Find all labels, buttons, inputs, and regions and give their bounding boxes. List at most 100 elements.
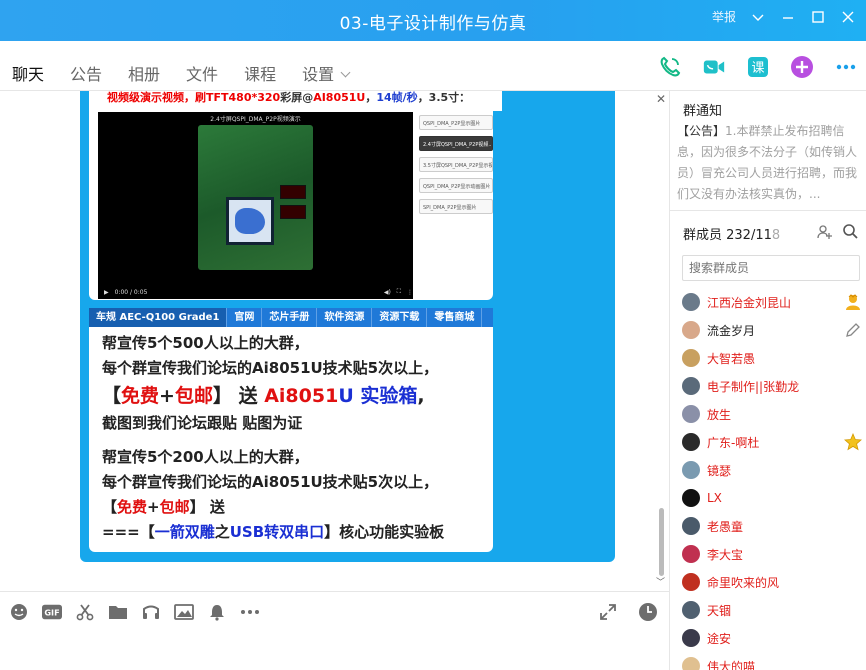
chevron-down-icon[interactable] — [750, 9, 766, 25]
message-headline: 视频级演示视频，刷TFT480*320彩屏@AI8051U，14帧/秒，3.5寸… — [107, 91, 502, 111]
promo-fragment: Ai8051 — [264, 385, 339, 407]
music-icon[interactable] — [141, 602, 161, 622]
playlist-item[interactable]: 2.4寸屏QSPI_DMA_P2P视频... — [419, 136, 493, 151]
expand-icon[interactable] — [598, 602, 618, 622]
member-list-item[interactable]: 伟大的喵 — [682, 652, 862, 670]
add-app-icon[interactable] — [790, 55, 814, 79]
tab-album[interactable]: 相册 — [128, 61, 160, 93]
close-icon[interactable] — [840, 9, 856, 25]
image-icon[interactable] — [174, 602, 194, 622]
folder-icon[interactable] — [108, 602, 128, 622]
more-icon[interactable] — [240, 602, 260, 622]
message-promo-image: 车规 AEC-Q100 Grade1 官网 芯片手册 软件资源 资源下载 零售商… — [89, 308, 493, 552]
course-icon[interactable]: 课 — [746, 55, 770, 79]
fullscreen-icon[interactable]: ⛶ — [397, 288, 401, 296]
divider — [670, 210, 866, 211]
avatar — [682, 545, 700, 563]
more-icon[interactable]: ⋮ — [407, 289, 413, 296]
promo-fragment: 之 — [214, 523, 230, 541]
promo-line: 【免费+包邮】 送 Ai8051U 实验箱, — [102, 381, 493, 411]
more-icon[interactable] — [834, 55, 858, 79]
promo-fragment: USB转双串口 — [229, 523, 325, 541]
member-list-item[interactable]: 命里吹来的风 — [682, 568, 862, 596]
member-list-item[interactable]: 流金岁月 — [682, 316, 862, 344]
message-input-area[interactable]: GIF — [0, 591, 670, 670]
video-playlist: QSPI_DMA_P2P显示图片 2.4寸屏QSPI_DMA_P2P视频... … — [419, 115, 493, 220]
avatar — [682, 629, 700, 647]
member-search-input[interactable] — [682, 255, 860, 281]
video-time: 0:00 / 0:05 — [114, 288, 148, 296]
tab-files[interactable]: 文件 — [186, 61, 218, 93]
promo-fragment: 】核心功能实验板 — [324, 523, 445, 541]
chat-message-area[interactable]: 视频级演示视频，刷TFT480*320彩屏@AI8051U，14帧/秒，3.5寸… — [0, 91, 670, 591]
emoji-icon[interactable] — [9, 602, 29, 622]
headline-part: ， — [365, 91, 377, 104]
member-list-item[interactable]: 镜瑟 — [682, 456, 862, 484]
member-list-item[interactable]: 大智若愚 — [682, 344, 862, 372]
add-member-icon[interactable] — [817, 224, 833, 244]
playlist-item[interactable]: SPI_DMA_P2P显示图片 — [419, 199, 493, 214]
avatar — [682, 433, 700, 451]
bell-icon[interactable] — [207, 602, 227, 622]
tab-courses[interactable]: 课程 — [244, 61, 276, 93]
phone-icon[interactable] — [658, 55, 682, 79]
headline-part: TFT480*320 — [206, 91, 281, 104]
member-list-item[interactable]: 老愚童 — [682, 512, 862, 540]
svg-text:课: 课 — [751, 61, 764, 76]
promo-line: ===【一箭双雕之USB转双串口】核心功能实验板 — [102, 520, 493, 545]
tab-settings[interactable]: 设置 — [302, 61, 351, 93]
video-player[interactable]: 2.4寸屏QSPI_DMA_P2P视频演示 ▶ 0:00 / 0:05 ◀) ⛶… — [98, 112, 413, 299]
member-list-item[interactable]: LX — [682, 484, 862, 512]
volume-icon[interactable]: ◀) — [384, 289, 391, 296]
group-nav-bar: 聊天 公告 相册 文件 课程 设置 课 — [0, 41, 866, 95]
promo-line: 帮宣传5个500人以上的大群， — [102, 334, 309, 352]
member-list-item[interactable]: 李大宝 — [682, 540, 862, 568]
member-name: 大智若愚 — [707, 351, 756, 366]
gif-icon[interactable]: GIF — [42, 602, 62, 622]
chevron-down-icon — [340, 67, 351, 78]
tab-announcement[interactable]: 公告 — [70, 61, 102, 93]
video-call-icon[interactable] — [702, 55, 726, 79]
promo-line: 帮宣传5个200人以上的大群， — [102, 448, 309, 466]
playlist-item[interactable]: QSPI_DMA_P2P显示动画图片 — [419, 178, 493, 193]
promo-fragment: 免费 — [121, 385, 160, 407]
seven-segment-display — [280, 185, 306, 199]
avatar — [682, 321, 700, 339]
avatar — [682, 601, 700, 619]
group-notice-title[interactable]: 群通知 — [683, 100, 722, 119]
promo-fragment: 】 送 — [212, 385, 265, 407]
promo-fragment: 【 — [102, 385, 122, 407]
close-icon[interactable]: ✕ — [656, 92, 666, 106]
report-button[interactable]: 举报 — [712, 8, 736, 25]
member-name: 镜瑟 — [707, 463, 732, 478]
chat-scrollbar[interactable]: ✕ ﹀ — [656, 91, 668, 591]
minimize-icon[interactable] — [780, 9, 796, 25]
avatar — [682, 657, 700, 670]
member-list-item[interactable]: 放生 — [682, 400, 862, 428]
member-name: 伟大的喵 — [707, 659, 756, 670]
group-notice-body[interactable]: 【公告】1.本群禁止发布招聘信息，因为很多不法分子（如传销人员）冒充公司人员进行… — [677, 121, 857, 205]
scroll-thumb[interactable] — [659, 508, 664, 576]
member-list-item[interactable]: 途安 — [682, 624, 862, 652]
chevron-down-icon[interactable]: ﹀ — [656, 575, 665, 588]
member-list-item[interactable]: 广东-啊杜 — [682, 428, 862, 456]
search-icon[interactable] — [842, 223, 858, 243]
window-controls: 举报 — [712, 8, 856, 25]
avatar — [682, 377, 700, 395]
member-list: 江西冶金刘昆山 流金岁月大智若愚电子制作||张勤龙 放生 广东-啊杜镜瑟 LX 老愚童 李大… — [682, 288, 862, 670]
maximize-icon[interactable] — [810, 9, 826, 25]
screenshot-scissors-icon[interactable] — [75, 602, 95, 622]
member-list-item[interactable]: 电子制作||张勤龙 — [682, 372, 862, 400]
members-count-title: 群成员 232/118 — [683, 224, 784, 243]
input-toolbar-right — [598, 602, 658, 622]
play-icon[interactable]: ▶ — [104, 289, 109, 296]
member-list-item[interactable]: 江西冶金刘昆山 — [682, 288, 862, 316]
history-clock-icon[interactable] — [638, 602, 658, 622]
playlist-item[interactable]: 3.5寸屏QSPI_DMA_P2P显示视频 — [419, 157, 493, 172]
seven-segment-display — [280, 205, 306, 219]
playlist-item[interactable]: QSPI_DMA_P2P显示图片 — [419, 115, 493, 130]
avatar — [682, 349, 700, 367]
tab-chat[interactable]: 聊天 — [7, 61, 49, 95]
member-list-item[interactable]: 天锢 — [682, 596, 862, 624]
promo-line: 【免费+包邮】 送 — [102, 495, 493, 520]
